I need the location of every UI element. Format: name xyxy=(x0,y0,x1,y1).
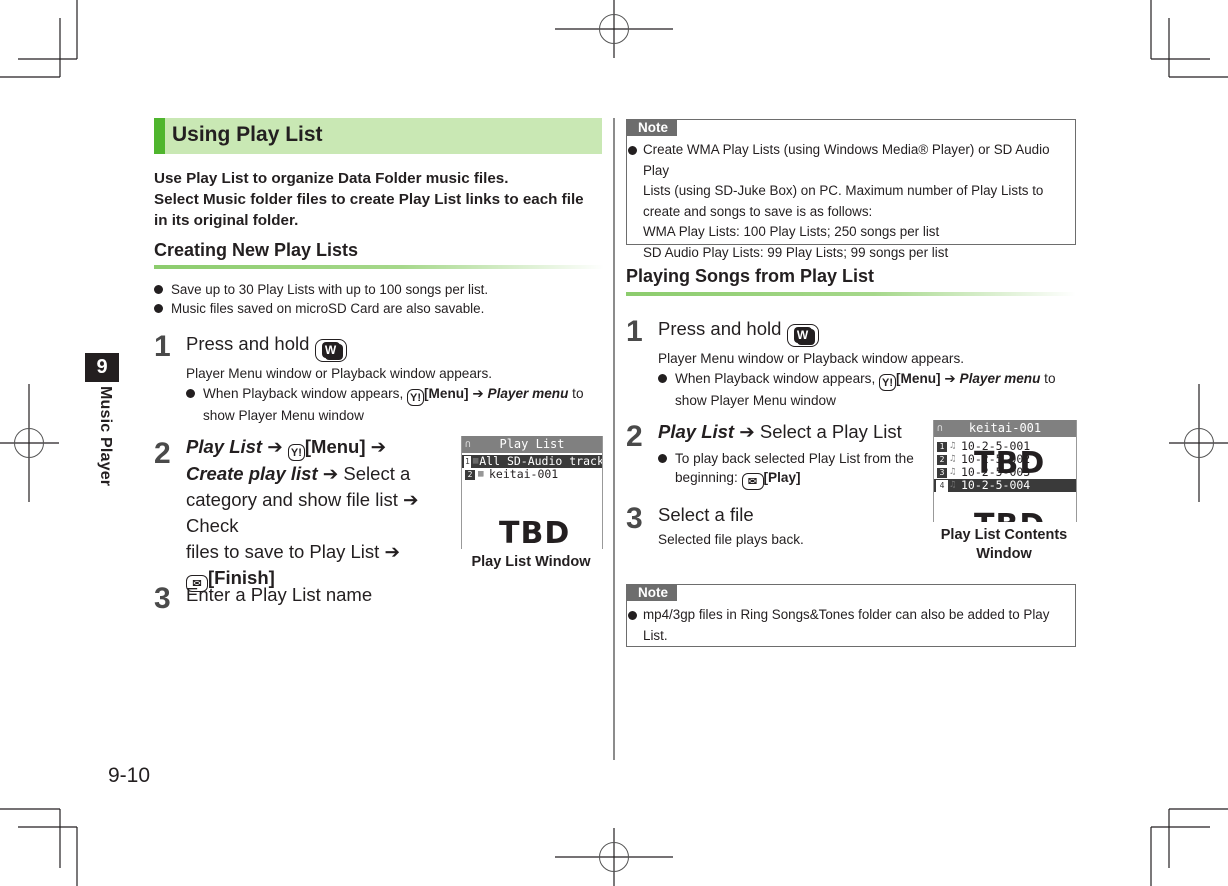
bullet-item: Save up to 30 Play Lists with up to 100 … xyxy=(154,280,604,299)
play-list-contents-screen: ∩ keitai-001 1 ♫ 10-2-5-001 2 ♫ 10-2-5-002 3 ♫… xyxy=(933,420,1077,522)
section-header: Using Play List xyxy=(154,118,602,154)
bullet-item: When Playback window appears, Y! [Menu] ➔… xyxy=(658,369,1078,410)
yahoo-key-icon: Y! xyxy=(879,374,897,391)
list-item[interactable]: 2 ▦ keitai-001 xyxy=(462,468,602,481)
chapter-title: Music Player xyxy=(97,386,114,487)
tbd-placeholder: TBD xyxy=(499,516,571,549)
yahoo-key-icon: Y! xyxy=(407,389,425,406)
note-bullet: Create WMA Play Lists (using Windows Med… xyxy=(628,140,1063,263)
column-divider xyxy=(613,118,615,760)
note-box: Note mp4/3gp files in Ring Songs&Tones f… xyxy=(626,584,1076,647)
step-number: 2 xyxy=(154,437,171,470)
note-label: Note xyxy=(627,120,677,136)
subheading-rule xyxy=(626,292,1076,296)
arrow-icon: ➔ xyxy=(267,436,283,457)
arrow-icon: ➔ xyxy=(739,421,755,442)
step-number: 3 xyxy=(154,582,171,615)
step-number: 3 xyxy=(626,502,643,535)
screen-titlebar: ∩ keitai-001 xyxy=(934,420,1076,437)
bullet-item: When Playback window appears, Y! [Menu] ➔… xyxy=(186,384,606,425)
section-title: Using Play List xyxy=(172,123,323,146)
step-number: 1 xyxy=(154,330,171,363)
music-note-icon: ♫ xyxy=(950,467,956,477)
step-3: Select a file Selected file plays back. xyxy=(658,504,804,547)
step-1: Press and hold W Player Menu window or P… xyxy=(658,316,1078,410)
tbd-placeholder: TBD xyxy=(974,446,1046,481)
subheading-rule xyxy=(154,265,604,269)
note-box: Note Create WMA Play Lists (using Window… xyxy=(626,119,1076,260)
bullet-item: To play back selected Play List from the… xyxy=(658,449,928,490)
headphones-icon: ∩ xyxy=(937,423,944,434)
music-note-icon: ♫ xyxy=(950,441,956,451)
folder-icon: ▦ xyxy=(472,456,479,466)
headphones-icon: ∩ xyxy=(465,439,472,450)
folder-icon: ▦ xyxy=(478,469,484,479)
page-number: 9-10 xyxy=(108,764,151,787)
section-header-accent xyxy=(154,118,165,154)
note-label: Note xyxy=(627,585,677,601)
step-2: Play List ➔ Y! [Menu] ➔ Create play list … xyxy=(186,436,419,592)
screen-caption: Play List Contents Window xyxy=(940,527,1068,562)
tbd-placeholder: TBD xyxy=(974,508,1045,522)
chapter-number: 9 xyxy=(85,353,119,382)
screen-caption: Play List Window xyxy=(471,554,591,570)
step-number: 1 xyxy=(626,315,643,348)
section-intro: Use Play List to organize Data Folder mu… xyxy=(154,170,584,229)
subheading-creating: Creating New Play Lists xyxy=(154,240,359,260)
screen-titlebar: ∩ Play List xyxy=(462,436,602,453)
creating-bullets: Save up to 30 Play Lists with up to 100 … xyxy=(154,280,604,318)
play-list-screen: ∩ Play List 1 ▦ All SD-Audio tracks 2 ▦ keita… xyxy=(461,436,603,549)
w-key-icon: W xyxy=(314,339,347,362)
step-number: 2 xyxy=(626,420,643,453)
music-note-icon: ♫ xyxy=(950,480,956,490)
step-1: Press and hold W Player Menu window or P… xyxy=(186,331,606,425)
note-bullet: mp4/3gp files in Ring Songs&Tones folder… xyxy=(628,605,1063,646)
step-2: Play List ➔ Select a Play List To play b… xyxy=(658,419,928,490)
bullet-item: Music files saved on microSD Card are al… xyxy=(154,299,604,318)
subheading-playing: Playing Songs from Play List xyxy=(626,266,875,286)
w-key-icon: W xyxy=(786,324,819,347)
mail-key-icon: ✉ xyxy=(741,473,764,490)
yahoo-key-icon: Y! xyxy=(287,444,305,461)
arrow-icon: ➔ xyxy=(472,386,484,401)
arrow-icon: ➔ xyxy=(944,371,956,386)
step-3: Enter a Play List name xyxy=(186,584,373,605)
music-note-icon: ♫ xyxy=(950,454,956,464)
